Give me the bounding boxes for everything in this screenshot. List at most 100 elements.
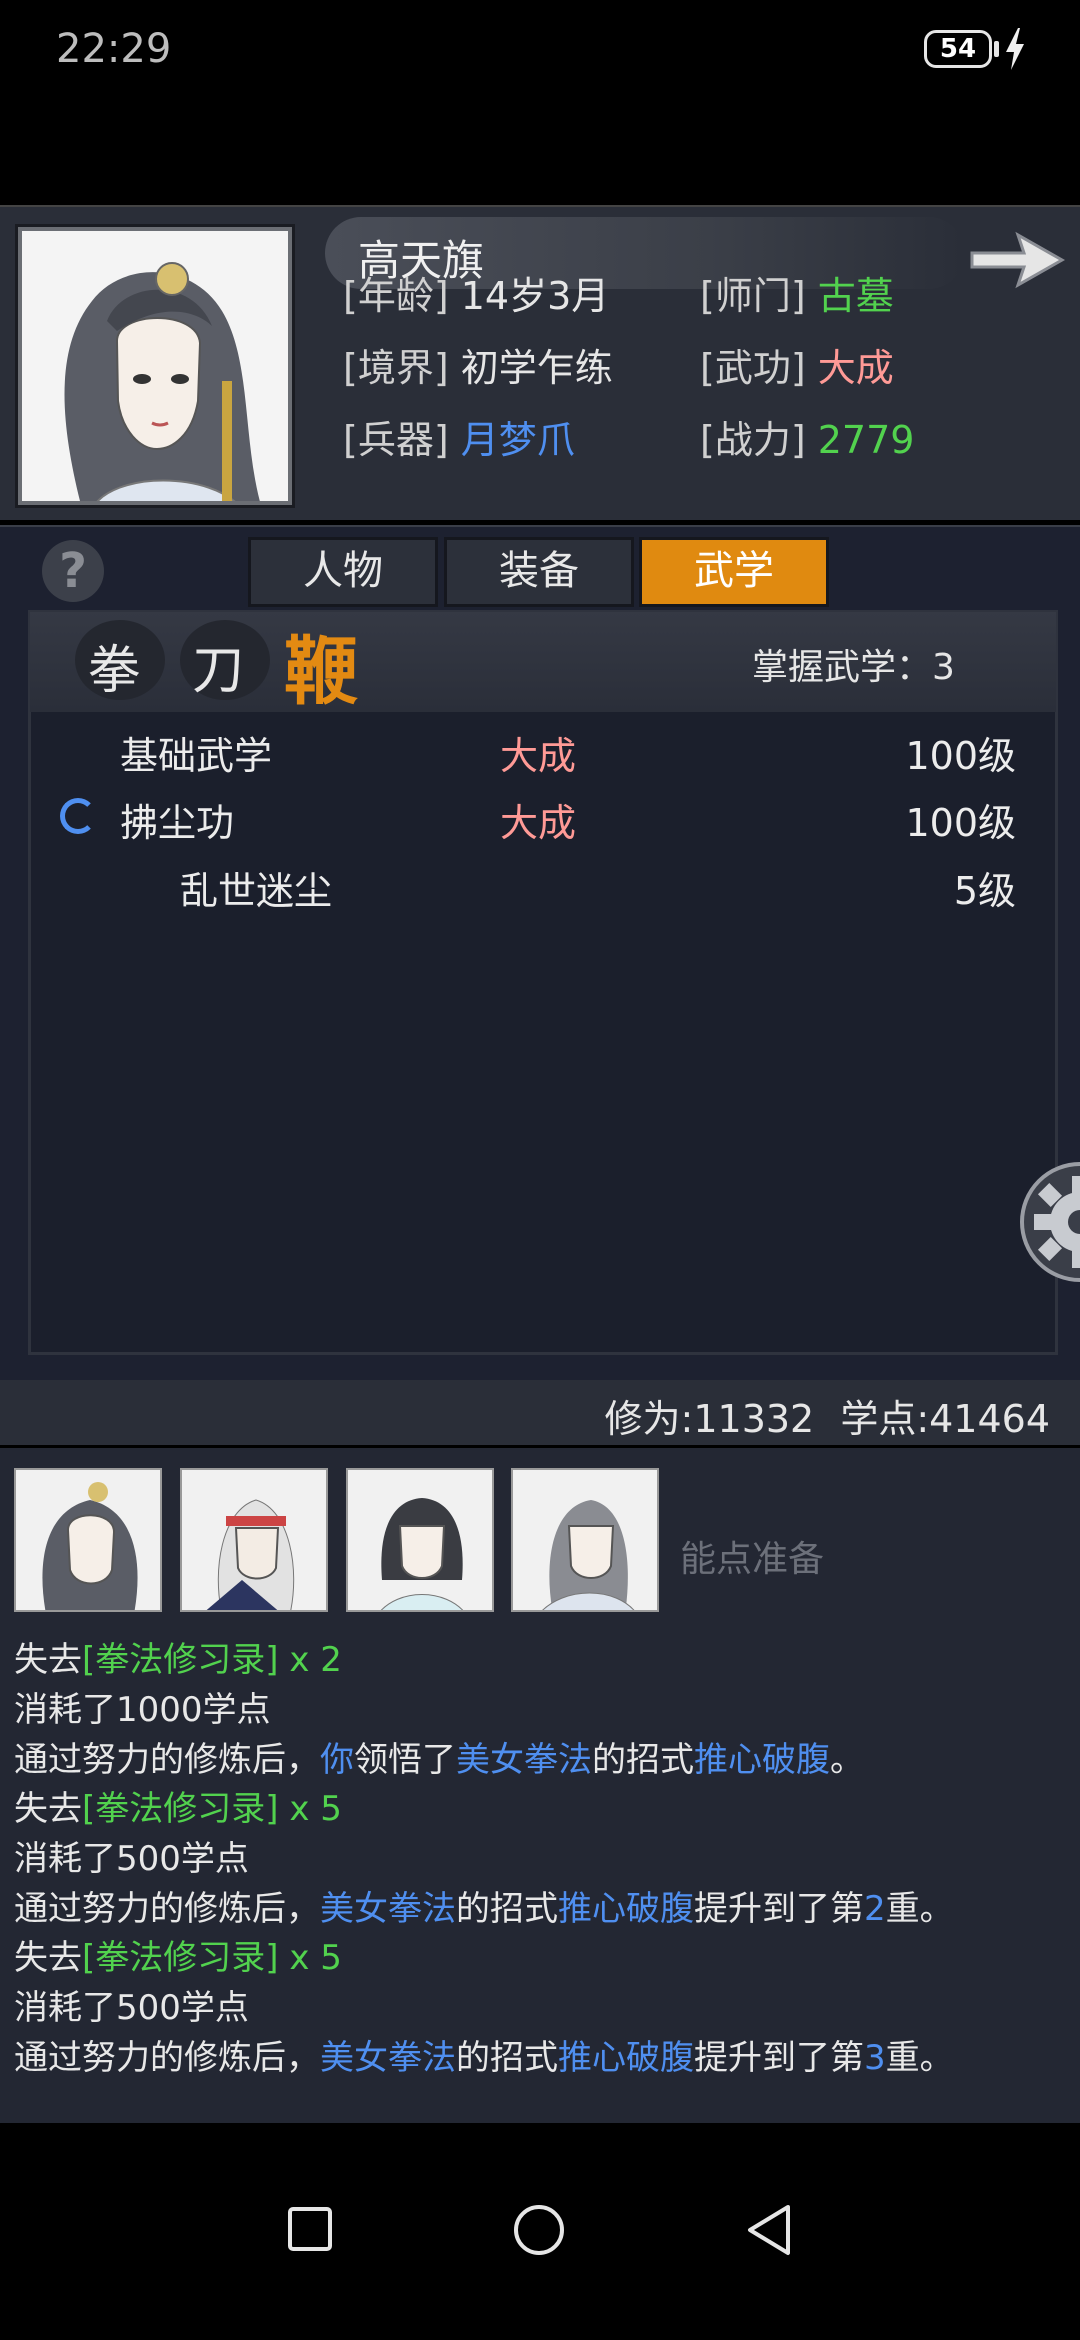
log-text: 。 [830, 1740, 864, 1780]
category-blade[interactable]: 刀 [192, 628, 244, 703]
skill-row-grade: 大成 [500, 801, 577, 845]
weapon-field: [兵器] 月梦爪 [343, 409, 575, 464]
charging-bolt-icon [1006, 28, 1024, 70]
back-icon[interactable] [744, 2203, 794, 2257]
party-portrait[interactable] [346, 1468, 494, 1612]
log-highlight: 3 [864, 2038, 886, 2078]
skill-row-level: 100级 [905, 801, 1016, 845]
skill-row-grade: 大成 [500, 734, 577, 778]
cultivation-points: 修为:11332 学点:41464 [605, 1388, 1050, 1443]
log-line: 通过努力的修炼后，你领悟了美女拳法的招式推心破腹。 [14, 1732, 864, 1781]
party-portrait[interactable] [511, 1468, 659, 1612]
log-highlight: 推心破腹 [558, 1889, 694, 1929]
log-text: 提升到了第 [694, 1889, 864, 1929]
log-text: 失去 [14, 1938, 82, 1978]
power-field: [战力] 2779 [700, 409, 914, 464]
log-count: x 5 [278, 1789, 342, 1829]
log-item: [拳法修习录] [82, 1789, 279, 1829]
log-highlight: 2 [864, 1889, 886, 1929]
log-line: 消耗了1000学点 [14, 1682, 271, 1731]
party-portrait-illustration [206, 1499, 295, 1610]
realm-label: [境界] [343, 346, 449, 390]
next-arrow-icon[interactable] [968, 229, 1066, 291]
weapon-value[interactable]: 月梦爪 [461, 418, 575, 462]
log-highlight: 推心破腹 [558, 2038, 694, 2078]
status-bar: 22:29 54 [0, 0, 1080, 100]
log-line: 通过努力的修炼后，美女拳法的招式推心破腹提升到了第2重。 [14, 1881, 954, 1930]
log-highlight: 美女拳法 [320, 2038, 456, 2078]
log-faded-text: 能点准备 [680, 1539, 825, 1580]
realm-value: 初学乍练 [460, 346, 613, 390]
log-line: 失去[拳法修习录] x 5 [14, 1930, 342, 1979]
character-portrait[interactable] [18, 227, 292, 505]
party-portrait-illustration [542, 1500, 635, 1610]
log-text: 通过努力的修炼后， [14, 1889, 320, 1929]
age-label: [年龄] [343, 274, 449, 318]
status-time: 22:29 [56, 26, 172, 72]
category-fist[interactable]: 拳 [88, 628, 140, 703]
log-item: [拳法修习录] [82, 1938, 279, 1978]
realm-field: [境界] 初学乍练 [343, 337, 613, 392]
log-text: 的招式 [592, 1740, 694, 1780]
sub-skill-row-name[interactable]: 乱世迷尘 [180, 860, 332, 915]
skill-row-name[interactable]: 基础武学 [120, 725, 272, 780]
log-line: 消耗了500学点 [14, 1831, 249, 1880]
cultivation-value: 修为:11332 [604, 1397, 815, 1441]
age-value: 14岁3月 [460, 274, 610, 318]
log-text: 通过努力的修炼后， [14, 2038, 320, 2078]
category-whip[interactable]: 鞭 [284, 612, 358, 719]
weapon-label: [兵器] [343, 418, 449, 462]
party-portrait[interactable] [180, 1468, 328, 1612]
log-text: 失去 [14, 1789, 82, 1829]
party-portrait-illustration [381, 1498, 463, 1610]
help-icon[interactable]: ? [42, 540, 104, 602]
log-line: 通过努力的修炼后，美女拳法的招式推心破腹提升到了第3重。 [14, 2030, 954, 2079]
party-portrait[interactable] [14, 1468, 162, 1612]
battery-nub [994, 41, 999, 57]
log-highlight: 美女拳法 [320, 1889, 456, 1929]
log-item: [拳法修习录] [82, 1640, 279, 1680]
log-text: 通过努力的修炼后， [14, 1740, 320, 1780]
log-count: x 2 [278, 1640, 342, 1680]
log-text: 的招式 [456, 1889, 558, 1929]
power-label: [战力] [700, 418, 806, 462]
log-line: 消耗了500学点 [14, 1980, 249, 2029]
battery-icon: 54 [924, 30, 992, 68]
mastered-count: 掌握武学：3 [752, 647, 955, 688]
martial-field: [武功] 大成 [700, 337, 894, 392]
log-highlight: 推心破腹 [694, 1740, 830, 1780]
log-text: 消耗了1000学点 [14, 1690, 271, 1730]
martial-label: [武功] [700, 346, 806, 390]
power-value: 2779 [817, 418, 915, 462]
log-line: 失去[拳法修习录] x 2 [14, 1632, 342, 1681]
character-header: 高天旗 [年龄] 14岁3月 [师门] 古墓 [境界] 初学乍练 [武功] 大成… [0, 205, 1080, 520]
log-text: 消耗了500学点 [14, 1988, 249, 2028]
home-icon[interactable] [512, 2203, 566, 2257]
tab-character[interactable]: 人物 [248, 537, 438, 607]
loading-spinner-icon [60, 798, 96, 834]
log-text: 的招式 [456, 2038, 558, 2078]
log-text: 失去 [14, 1640, 82, 1680]
log-count: x 5 [278, 1938, 342, 1978]
log-highlight: 你 [320, 1740, 354, 1780]
log-highlight: 美女拳法 [456, 1740, 592, 1780]
skill-row-level: 100级 [905, 734, 1016, 778]
log-text: 重。 [885, 1889, 954, 1929]
sub-skill-row-level: 5级 [953, 869, 1016, 913]
settings-gear-icon[interactable] [1020, 1162, 1080, 1282]
log-text: 重。 [885, 2038, 954, 2078]
log-text: 提升到了第 [694, 2038, 864, 2078]
log-text: 领悟了 [354, 1740, 456, 1780]
log-line: 失去[拳法修习录] x 5 [14, 1781, 342, 1830]
tab-equipment[interactable]: 装备 [444, 537, 634, 607]
skill-row-name[interactable]: 拂尘功 [120, 792, 234, 847]
recent-apps-icon[interactable] [286, 2205, 334, 2253]
age-field: [年龄] 14岁3月 [343, 265, 609, 320]
sect-value: 古墓 [817, 274, 894, 318]
party-portrait-illustration [42, 1482, 138, 1610]
skill-list-area [28, 610, 1058, 1355]
sect-label: [师门] [700, 274, 806, 318]
portrait-illustration [22, 231, 288, 501]
martial-value: 大成 [817, 346, 894, 390]
tab-martial-arts[interactable]: 武学 [639, 537, 829, 607]
